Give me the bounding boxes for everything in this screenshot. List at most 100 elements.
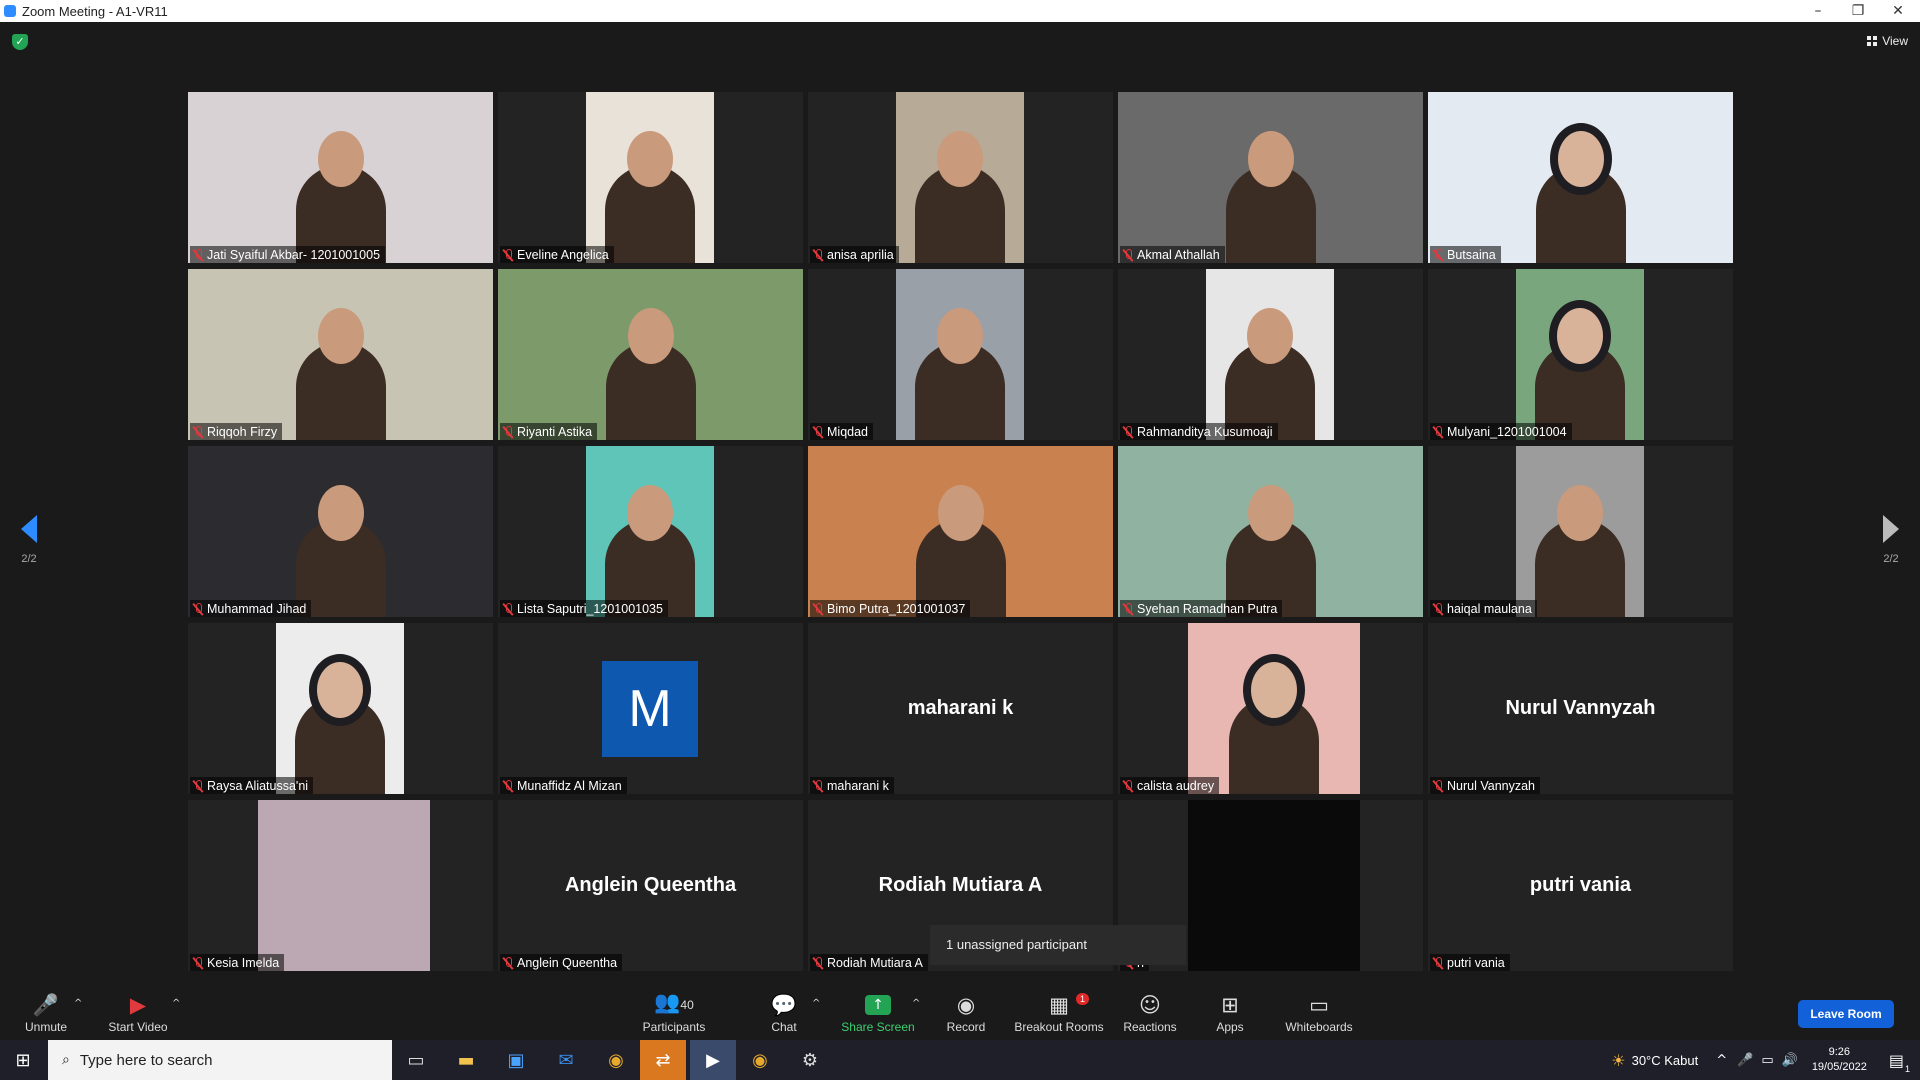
participant-tile[interactable]: haiqal maulana xyxy=(1428,446,1733,617)
apps-icon: ⊞ xyxy=(1221,993,1239,1017)
participant-tile[interactable]: Lista Saputri_1201001035 xyxy=(498,446,803,617)
participant-tile[interactable]: Raysa Aliatussa'ni xyxy=(188,623,493,794)
participant-tile[interactable]: Eveline Angelica xyxy=(498,92,803,263)
zoom-taskbar-icon[interactable]: ▶ xyxy=(690,1040,736,1080)
participant-name: anisa aprilia xyxy=(827,248,894,262)
record-label: Record xyxy=(946,1020,986,1034)
participant-tile[interactable]: Mulyani_1201001004 xyxy=(1428,269,1733,440)
participant-tile[interactable]: Miqdad xyxy=(808,269,1113,440)
muted-mic-icon xyxy=(193,602,203,616)
video-feed xyxy=(896,92,1024,263)
store-icon[interactable]: ▣ xyxy=(496,1044,536,1076)
windows-start-icon[interactable]: ⊞ xyxy=(0,1040,46,1080)
muted-mic-icon xyxy=(503,779,513,793)
participant-silhouette xyxy=(295,308,386,440)
close-icon[interactable]: ✕ xyxy=(1878,0,1918,22)
gallery-grid: Jati Syaiful Akbar- 1201001005 Eveline An… xyxy=(188,92,1733,971)
prev-page-button[interactable]: 2/2 xyxy=(14,515,44,565)
breakout-rooms-button[interactable]: ▦ 1 Breakout Rooms xyxy=(1012,978,1106,1040)
share-screen-button[interactable]: ↑ Share Screen xyxy=(838,978,918,1040)
video-feed xyxy=(586,446,714,617)
mail-icon[interactable]: ✉ xyxy=(546,1044,586,1076)
chrome-profile-icon[interactable]: ◉ xyxy=(740,1044,780,1076)
participant-nameplate: Nurul Vannyzah xyxy=(1430,777,1541,794)
video-feed xyxy=(188,269,493,440)
participant-nameplate: Anglein Queentha xyxy=(500,954,623,971)
video-options-caret-icon[interactable]: ^ xyxy=(172,998,180,1009)
tray-chevron-icon[interactable]: ^ xyxy=(1716,1053,1727,1068)
task-view-icon[interactable]: ▭ xyxy=(396,1044,436,1076)
encryption-shield-icon[interactable]: ✓ xyxy=(12,34,28,50)
participant-tile[interactable]: Riyanti Astika xyxy=(498,269,803,440)
participant-name: Bimo Putra_1201001037 xyxy=(827,602,966,616)
audio-options-caret-icon[interactable]: ^ xyxy=(74,998,82,1009)
weather-text[interactable]: 30°C Kabut xyxy=(1632,1053,1699,1068)
video-off-icon: ▶ xyxy=(129,993,147,1017)
muted-mic-icon xyxy=(813,248,823,262)
teamviewer-icon[interactable]: ⇄ xyxy=(640,1040,686,1080)
participant-tile[interactable]: Nurul Vannyzah Nurul Vannyzah xyxy=(1428,623,1733,794)
record-button[interactable]: ◉ Record xyxy=(942,978,990,1040)
participant-tile[interactable]: Jati Syaiful Akbar- 1201001005 xyxy=(188,92,493,263)
participant-name: calista audrey xyxy=(1137,779,1215,793)
share-options-caret-icon[interactable]: ^ xyxy=(912,998,920,1009)
volume-icon[interactable]: 🔊 xyxy=(1782,1053,1798,1068)
start-video-button[interactable]: ▶ Start Video xyxy=(104,978,172,1040)
unmute-button[interactable]: 🎤 Unmute xyxy=(18,978,74,1040)
participant-tile[interactable]: Riqqoh Firzy xyxy=(188,269,493,440)
search-icon: ⌕ xyxy=(62,1052,70,1068)
participant-tile[interactable]: Anglein Queentha Anglein Queentha xyxy=(498,800,803,971)
video-feed xyxy=(1516,446,1644,617)
participant-silhouette xyxy=(1225,131,1316,263)
participant-head xyxy=(317,308,364,364)
participant-display-name: Nurul Vannyzah xyxy=(1505,696,1656,719)
participant-tile[interactable]: putri vania putri vania xyxy=(1428,800,1733,971)
muted-mic-icon xyxy=(1123,779,1133,793)
restore-icon[interactable]: ❐ xyxy=(1838,0,1878,22)
video-feed xyxy=(1428,92,1733,263)
chrome-icon[interactable]: ◉ xyxy=(596,1044,636,1076)
participant-tile[interactable]: calista audrey xyxy=(1118,623,1423,794)
participant-tile[interactable]: Butsaina xyxy=(1428,92,1733,263)
reactions-button[interactable]: ☺ Reactions xyxy=(1122,978,1178,1040)
participants-button[interactable]: 👥40 Participants xyxy=(634,978,714,1040)
network-icon[interactable]: ▭ xyxy=(1761,1053,1773,1068)
next-page-button[interactable]: 2/2 xyxy=(1876,515,1906,565)
participant-tile[interactable]: Syehan Ramadhan Putra xyxy=(1118,446,1423,617)
participant-tile[interactable]: Rahmanditya Kusumoaji xyxy=(1118,269,1423,440)
chat-button[interactable]: 💬 Chat xyxy=(764,978,804,1040)
participant-nameplate: Mulyani_1201001004 xyxy=(1430,423,1572,440)
participant-tile[interactable]: Akmal Athallah xyxy=(1118,92,1423,263)
participant-nameplate: Miqdad xyxy=(810,423,873,440)
whiteboards-button[interactable]: ▭ Whiteboards xyxy=(1284,978,1354,1040)
participant-nameplate: Muhammad Jihad xyxy=(190,600,312,617)
participant-tile[interactable]: maharani k maharani k xyxy=(808,623,1113,794)
minimize-icon[interactable]: – xyxy=(1798,0,1838,22)
microphone-tray-icon[interactable]: 🎤 xyxy=(1737,1053,1753,1068)
participant-tile[interactable]: anisa aprilia xyxy=(808,92,1113,263)
participant-tile[interactable]: M Munaffidz Al Mizan xyxy=(498,623,803,794)
participant-tile[interactable]: Bimo Putra_1201001037 xyxy=(808,446,1113,617)
participant-name: Eveline Angelica xyxy=(517,248,609,262)
video-feed xyxy=(1206,269,1334,440)
participant-nameplate: Kesia Imelda xyxy=(190,954,285,971)
page-indicator-left: 2/2 xyxy=(21,553,37,565)
leave-room-button[interactable]: Leave Room xyxy=(1798,1000,1894,1028)
chat-options-caret-icon[interactable]: ^ xyxy=(812,998,820,1009)
clock[interactable]: 9:26 19/05/2022 xyxy=(1812,1045,1867,1075)
unmute-label: Unmute xyxy=(24,1020,68,1034)
video-feed xyxy=(498,269,803,440)
video-feed xyxy=(258,800,430,971)
participant-tile[interactable]: Kesia Imelda xyxy=(188,800,493,971)
participant-name: maharani k xyxy=(827,779,889,793)
taskbar-search-input[interactable]: ⌕ Type here to search xyxy=(48,1040,392,1080)
participant-name: Miqdad xyxy=(827,425,868,439)
apps-button[interactable]: ⊞ Apps xyxy=(1210,978,1250,1040)
settings-gear-icon[interactable]: ⚙ xyxy=(790,1044,830,1076)
view-button[interactable]: View xyxy=(1867,34,1908,48)
notification-icon[interactable]: ▤ 1 xyxy=(1889,1051,1910,1074)
window-title: Zoom Meeting - A1-VR11 xyxy=(22,3,168,19)
file-explorer-icon[interactable]: ▬ xyxy=(446,1044,486,1076)
participant-silhouette xyxy=(1229,662,1319,794)
participant-tile[interactable]: Muhammad Jihad xyxy=(188,446,493,617)
